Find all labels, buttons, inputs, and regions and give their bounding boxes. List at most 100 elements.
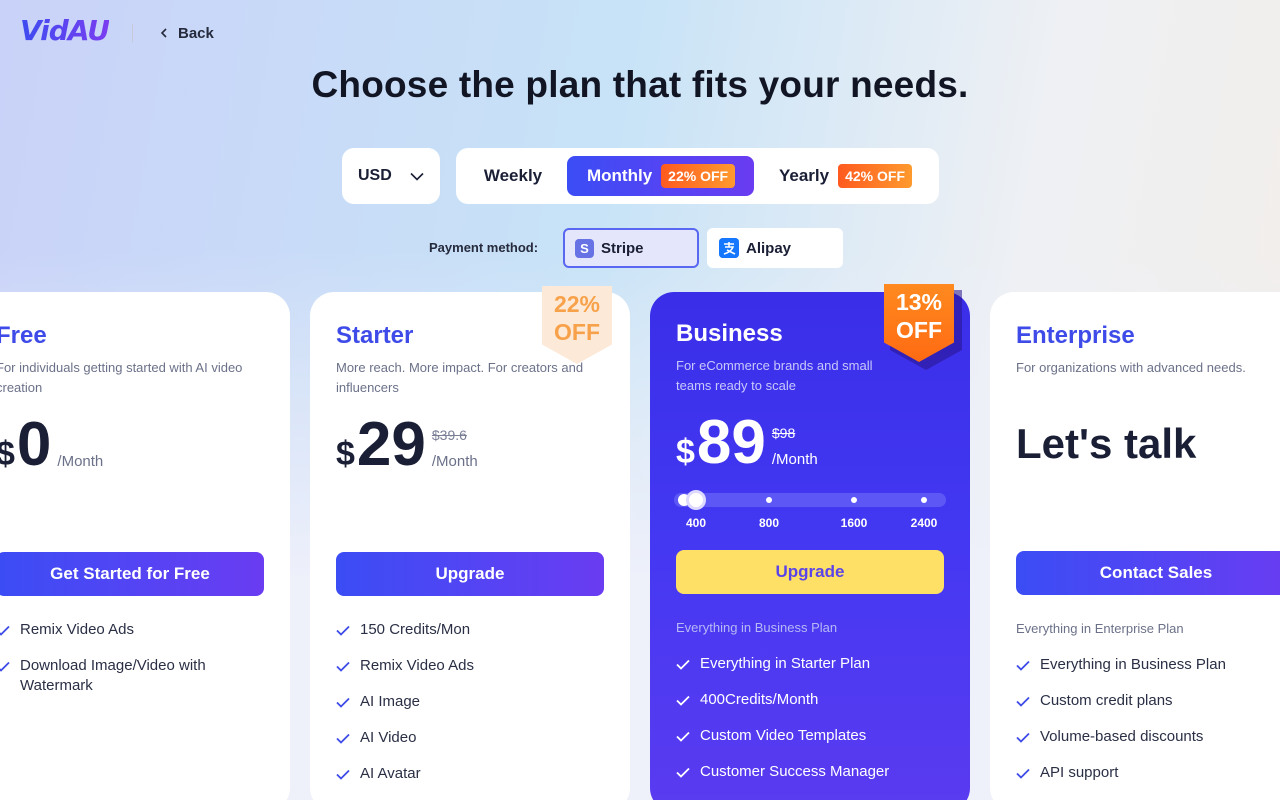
billing-weekly-label: Weekly bbox=[483, 166, 543, 185]
price-currency: $ bbox=[676, 433, 695, 471]
enterprise-headline: Let's talk bbox=[1016, 420, 1197, 467]
feature-list: Everything in Starter Plan 400Credits/Mo… bbox=[676, 654, 946, 798]
plan-card-free: Free For individuals getting started wit… bbox=[0, 292, 290, 800]
plan-name: Free bbox=[0, 322, 47, 349]
back-button[interactable]: Back bbox=[160, 22, 214, 44]
feature-label: Remix Video Ads bbox=[360, 657, 474, 674]
plan-description: For organizations with advanced needs. bbox=[1016, 360, 1246, 375]
plan-description: For eCommerce brands and small teams rea… bbox=[676, 358, 873, 393]
check-icon bbox=[1016, 768, 1030, 779]
feature-label: Remix Video Ads bbox=[20, 621, 134, 638]
slider-tick-label[interactable]: 400 bbox=[686, 516, 706, 530]
plan-card-starter: 22% OFF Starter More reach. More impact.… bbox=[310, 286, 630, 800]
price-original: $39.6 bbox=[431, 427, 467, 443]
plan-card-business: 13% OFF Business For eCommerce brands an… bbox=[650, 284, 970, 800]
billing-period-toggle: Weekly Monthly 22% OFF Yearly 42% OFF bbox=[456, 148, 939, 204]
plan-name: Business bbox=[676, 320, 783, 347]
feature-list: Remix Video Ads Download Image/Video wit… bbox=[0, 620, 266, 712]
credits-slider[interactable] bbox=[674, 490, 946, 510]
feature-label: 400Credits/Month bbox=[700, 691, 819, 708]
price-amount: 89 bbox=[696, 408, 766, 477]
plan-price: $ 29 $39.6 /Month bbox=[336, 412, 478, 478]
feature-label: Volume-based discounts bbox=[1040, 728, 1204, 745]
discount-ribbon: 22% OFF bbox=[542, 286, 612, 364]
ribbon-off: OFF bbox=[896, 317, 942, 343]
check-icon bbox=[676, 659, 690, 670]
check-icon bbox=[676, 695, 690, 706]
feature-item: AI Image bbox=[336, 692, 606, 712]
chevron-down-icon bbox=[410, 172, 424, 181]
plan-description: More reach. More impact. For creators an… bbox=[336, 360, 584, 395]
slider-stop[interactable] bbox=[921, 497, 927, 503]
feature-item: Custom credit plans bbox=[1016, 691, 1280, 711]
check-icon bbox=[336, 697, 350, 708]
back-label: Back bbox=[178, 24, 214, 42]
billing-monthly-label: Monthly bbox=[587, 166, 653, 185]
ribbon-percent: 22% bbox=[553, 291, 601, 317]
check-icon bbox=[336, 661, 350, 672]
plan-price: $ 0 /Month bbox=[0, 412, 103, 478]
feature-item: AI Video bbox=[336, 728, 606, 748]
feature-label: Everything in Starter Plan bbox=[700, 655, 871, 672]
check-icon bbox=[336, 625, 350, 636]
yearly-discount-badge: 42% OFF bbox=[838, 164, 913, 188]
plan-name: Enterprise bbox=[1016, 322, 1135, 349]
feature-item: Remix Video Ads bbox=[0, 620, 266, 640]
check-icon bbox=[676, 767, 690, 778]
feature-item: API support bbox=[1016, 763, 1280, 783]
price-currency: $ bbox=[336, 435, 355, 473]
slider-stop[interactable] bbox=[766, 497, 772, 503]
stripe-label: Stripe bbox=[601, 239, 644, 257]
slider-stop[interactable] bbox=[851, 497, 857, 503]
slider-tick-label[interactable]: 1600 bbox=[841, 516, 868, 530]
business-upgrade-button[interactable]: Upgrade bbox=[676, 550, 944, 594]
price-original: $98 bbox=[771, 425, 796, 441]
plan-description: For individuals getting started with AI … bbox=[0, 360, 243, 395]
feature-label: Custom Video Templates bbox=[700, 727, 867, 744]
feature-label: AI Video bbox=[360, 729, 417, 746]
vidau-logo[interactable]: VidAU bbox=[20, 14, 110, 47]
feature-list: 150 Credits/Mon Remix Video Ads AI Image… bbox=[336, 620, 606, 800]
billing-monthly-tab[interactable]: Monthly 22% OFF bbox=[567, 156, 754, 196]
slider-tick-label[interactable]: 2400 bbox=[911, 516, 938, 530]
plan-name: Starter bbox=[336, 322, 414, 349]
check-icon bbox=[336, 733, 350, 744]
monthly-discount-badge: 22% OFF bbox=[661, 164, 736, 188]
feature-item: AI Avatar bbox=[336, 764, 606, 784]
get-started-free-button[interactable]: Get Started for Free bbox=[0, 552, 264, 596]
everything-label: Everything in Business Plan bbox=[676, 620, 838, 635]
price-period: /Month bbox=[771, 451, 818, 468]
price-amount: 29 bbox=[356, 410, 426, 479]
page-title: Choose the plan that fits your needs. bbox=[311, 64, 969, 105]
slider-handle[interactable] bbox=[686, 490, 706, 510]
feature-label: AI Avatar bbox=[360, 765, 421, 782]
feature-item: Everything in Starter Plan bbox=[676, 654, 946, 674]
feature-item: Everything in Business Plan bbox=[1016, 655, 1280, 675]
check-icon bbox=[336, 769, 350, 780]
alipay-label: Alipay bbox=[746, 239, 792, 257]
starter-upgrade-button[interactable]: Upgrade bbox=[336, 552, 604, 596]
price-period: /Month bbox=[57, 453, 104, 470]
billing-yearly-tab[interactable]: Yearly 42% OFF bbox=[758, 156, 934, 196]
contact-sales-button[interactable]: Contact Sales bbox=[1016, 551, 1280, 595]
chevron-left-icon bbox=[160, 28, 167, 38]
price-amount: 0 bbox=[16, 410, 52, 479]
slider-track[interactable] bbox=[674, 493, 946, 507]
payment-alipay-option[interactable]: Alipay bbox=[707, 228, 843, 268]
currency-select[interactable]: USD bbox=[342, 148, 440, 204]
check-icon bbox=[1016, 660, 1030, 671]
feature-label: Custom credit plans bbox=[1040, 692, 1173, 709]
check-icon bbox=[0, 661, 10, 672]
payment-stripe-option[interactable]: S Stripe bbox=[563, 228, 699, 268]
feature-label: AI Image bbox=[360, 693, 421, 710]
price-currency: $ bbox=[0, 435, 15, 473]
price-period: /Month bbox=[431, 453, 478, 470]
feature-item: 150 Credits/Mon bbox=[336, 620, 606, 640]
feature-item: Custom Video Templates bbox=[676, 726, 946, 746]
billing-weekly-tab[interactable]: Weekly bbox=[464, 156, 562, 196]
check-icon bbox=[1016, 732, 1030, 743]
feature-item: 400Credits/Month bbox=[676, 690, 946, 710]
plan-price: $ 89 $98 /Month bbox=[676, 410, 818, 476]
slider-tick-label[interactable]: 800 bbox=[759, 516, 779, 530]
feature-label: 150 Credits/Mon bbox=[360, 621, 471, 638]
